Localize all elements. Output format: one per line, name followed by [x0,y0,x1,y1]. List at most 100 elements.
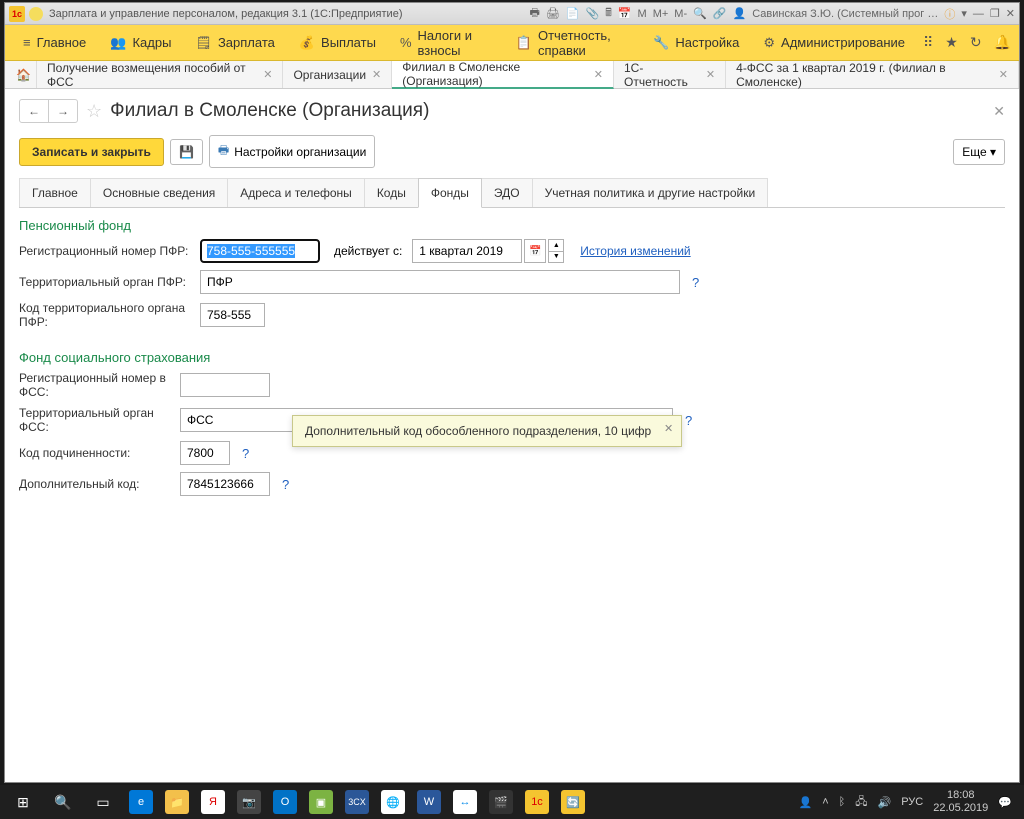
itab-edo[interactable]: ЭДО [481,178,533,207]
m-icon[interactable]: M [638,8,647,20]
itab-basic[interactable]: Основные сведения [90,178,228,207]
tb-taskview-icon[interactable]: ▭ [84,787,122,817]
doc-icon[interactable]: 📄 [566,7,580,20]
menu-nalogi[interactable]: %Налоги и взносы [390,24,502,62]
tray-clock[interactable]: 18:08 22.05.2019 [933,789,988,815]
menu-otchet[interactable]: 📋Отчетность, справки [506,24,639,62]
titlebar: 1c Зарплата и управление персоналом, ред… [5,3,1019,25]
clip-icon[interactable]: 📎 [586,7,600,20]
itab-policy[interactable]: Учетная политика и другие настройки [532,178,769,207]
help-icon[interactable]: ? [685,413,692,428]
tab-home[interactable]: 🏠 [11,61,37,88]
tab-close-icon[interactable]: ✕ [372,68,381,81]
itab-codes[interactable]: Коды [364,178,419,207]
pfr-terr-input[interactable] [200,270,680,294]
history-link[interactable]: История изменений [580,244,690,258]
tab-close-icon[interactable]: ✕ [999,68,1008,81]
tab-3[interactable]: 1С-Отчетность✕ [614,61,726,88]
tray-up-icon[interactable]: ˄ [822,796,828,808]
tb-1c[interactable]: 1c [520,787,554,817]
fss-add-input[interactable] [180,472,270,496]
tab-1[interactable]: Организации✕ [283,61,392,88]
minimize-icon[interactable]: — [973,8,984,20]
tb-app3[interactable]: 🔄 [556,787,590,817]
tb-search-icon[interactable]: 🔍 [44,787,82,817]
pfr-reg-input[interactable] [200,239,320,263]
tooltip: Дополнительный код обособленного подразд… [292,415,682,447]
fss-reg-input[interactable] [180,373,270,397]
bell-icon[interactable]: 🔔 [994,34,1011,51]
tray-lang[interactable]: РУС [901,796,923,808]
tray-net-icon[interactable]: 🖧 [855,793,867,812]
calendar-button[interactable]: 📅 [524,239,546,263]
tab-close-icon[interactable]: ✕ [706,68,715,81]
history-icon[interactable]: ↻ [970,34,982,51]
itab-funds[interactable]: Фонды [418,178,482,208]
page-close-icon[interactable]: ✕ [993,103,1005,120]
dropdown-icon[interactable]: ▾ [961,7,967,20]
menu-nastroika[interactable]: 🔧Настройка [643,31,749,55]
start-button[interactable]: ⊞ [4,787,42,817]
tray-bt-icon[interactable]: ᛒ [839,796,846,808]
info-icon[interactable]: ⓘ [944,6,955,22]
tb-app1[interactable]: ▣ [304,787,338,817]
calc-icon[interactable]: 🖩 [605,4,612,23]
help-icon[interactable]: ? [692,275,699,290]
maximize-icon[interactable]: ❐ [990,7,1000,20]
tb-video[interactable]: 🎬 [484,787,518,817]
app-1c-icon: 1c [9,6,25,22]
tray-person-icon[interactable]: 👤 [798,796,812,809]
save-button[interactable]: 💾 [170,139,203,165]
nav-back-icon[interactable]: ← [20,100,49,122]
tooltip-text: Дополнительный код обособленного подразд… [305,424,651,438]
save-close-button[interactable]: Записать и закрыть [19,138,164,166]
print2-icon[interactable]: 🖨 [546,7,560,20]
star-icon[interactable]: ★ [945,34,958,51]
tb-camera[interactable]: 📷 [232,787,266,817]
tb-app2[interactable]: 3CX [340,787,374,817]
tb-word[interactable]: W [412,787,446,817]
tab-0[interactable]: Получение возмещения пособий от ФСС✕ [37,61,283,88]
menu-zarplata[interactable]: 🗒Зарплата [185,31,284,55]
itab-main[interactable]: Главное [19,178,91,207]
main-menu: ≡Главное 👥Кадры 🗒Зарплата 💰Выплаты %Нало… [5,25,1019,61]
search-icon[interactable]: 🔍 [693,7,707,20]
user-label[interactable]: Савинская З.Ю. (Системный прог … [752,8,938,20]
tray-vol-icon[interactable]: 🔊 [878,796,892,809]
print-icon[interactable]: 🖶 [529,4,539,23]
nav-fwd-icon[interactable]: → [49,100,77,122]
tb-explorer[interactable]: 📁 [160,787,194,817]
tab-close-icon[interactable]: ✕ [263,68,272,81]
menu-kadry[interactable]: 👥Кадры [100,31,181,55]
tab-2[interactable]: Филиал в Смоленске (Организация)✕ [392,61,614,89]
calendar-icon[interactable]: 📅 [618,7,632,20]
mminus-icon[interactable]: M- [674,8,687,20]
tray-notif-icon[interactable]: 💬 [998,796,1012,809]
valid-from-input[interactable] [412,239,522,263]
mplus-icon[interactable]: M+ [653,8,669,20]
tb-outlook[interactable]: O [268,787,302,817]
menu-main[interactable]: ≡Главное [13,31,96,54]
tb-chrome[interactable]: 🌐 [376,787,410,817]
menu-vyplaty[interactable]: 💰Выплаты [289,31,386,55]
menu-admin[interactable]: ⚙Администрирование [753,31,915,55]
tab-close-icon[interactable]: ✕ [594,68,603,81]
org-settings-button[interactable]: 🖶Настройки организации [209,135,375,168]
tb-teamviewer[interactable]: ↔ [448,787,482,817]
itab-address[interactable]: Адреса и телефоны [227,178,365,207]
close-icon[interactable]: ✕ [1006,7,1015,20]
apps-icon[interactable]: ⠿ [923,34,933,51]
tab-4[interactable]: 4-ФСС за 1 квартал 2019 г. (Филиал в Смо… [726,61,1019,88]
help-icon[interactable]: ? [282,477,289,492]
user-icon[interactable]: 👤 [733,7,747,20]
help-icon[interactable]: ? [242,446,249,461]
pfr-code-input[interactable] [200,303,265,327]
tb-yandex[interactable]: Я [196,787,230,817]
date-spinner[interactable]: ▲▼ [548,239,564,263]
tooltip-close-icon[interactable]: ✕ [664,422,673,435]
fav-star-icon[interactable]: ☆ [86,101,102,122]
tb-edge[interactable]: e [124,787,158,817]
more-button[interactable]: Еще ▾ [953,139,1005,165]
link-icon[interactable]: 🔗 [713,7,727,20]
fss-sub-input[interactable] [180,441,230,465]
